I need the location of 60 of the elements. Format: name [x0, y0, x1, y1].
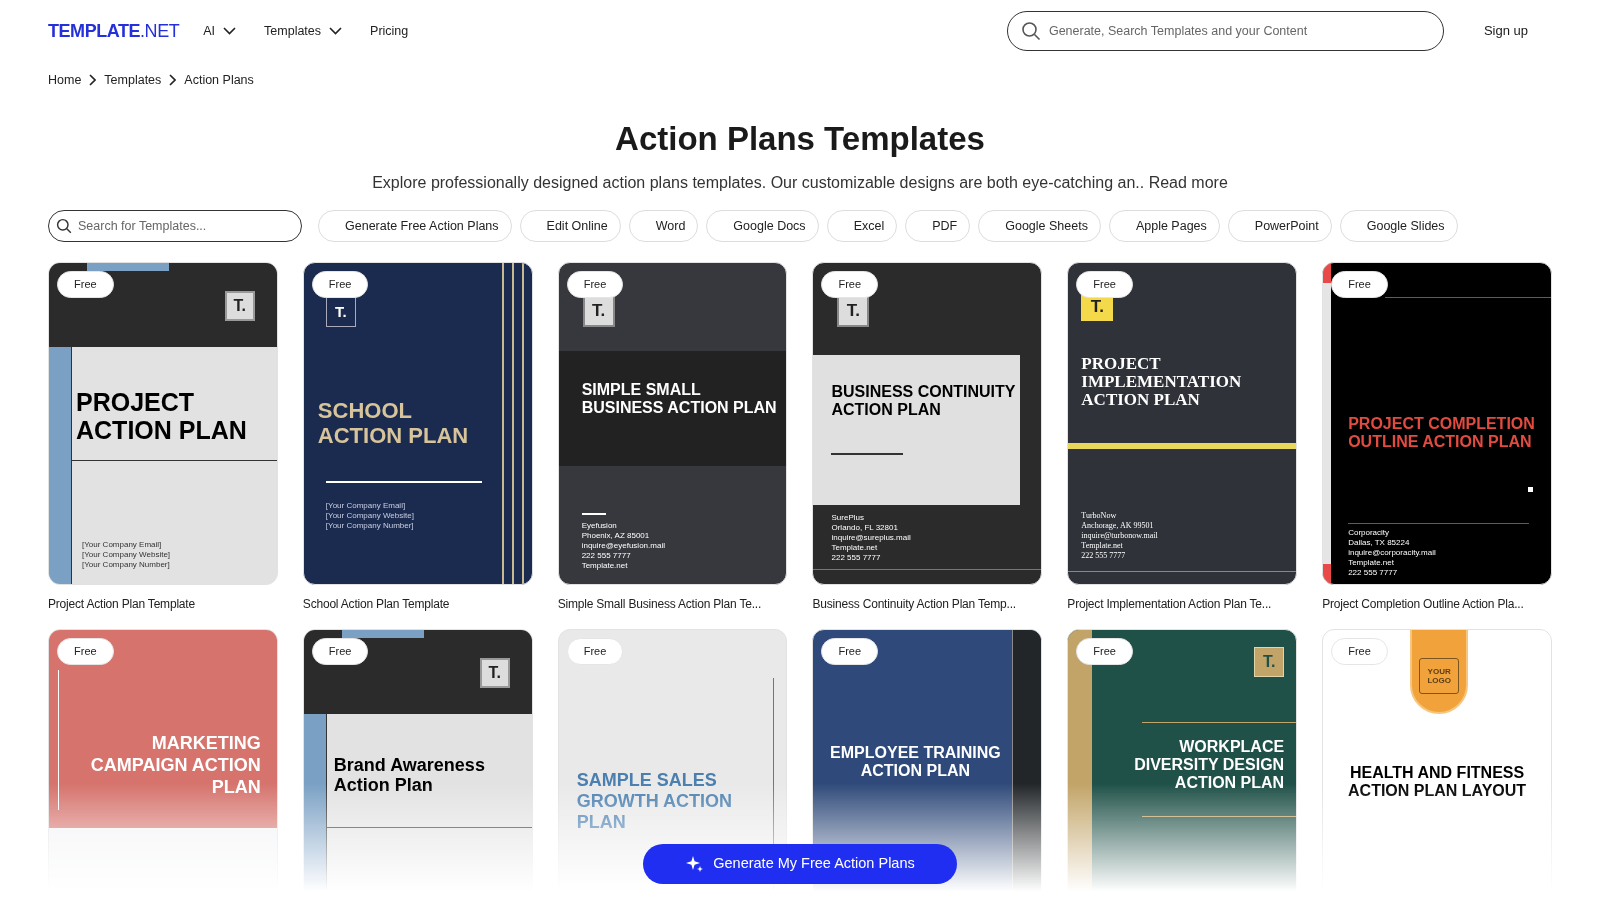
contact-info: SurePlus Orlando, FL 32801 inquire@sureplus.mail Template.net 222 555 7777	[831, 513, 911, 563]
free-badge: Free	[566, 638, 624, 665]
chevron-right-icon	[89, 74, 97, 86]
free-badge: Free	[1331, 638, 1388, 665]
chevron-right-icon	[169, 74, 177, 86]
template-logo: YOUR LOGO	[1419, 658, 1460, 694]
template-title-link[interactable]: Project Implementation Action Plan Te...	[1067, 595, 1298, 613]
free-badge: Free	[57, 271, 114, 298]
nav-menu-item[interactable]: AI	[203, 21, 237, 41]
contact-info: [Your Company Email] [Your Company Website] [Your Company Number]	[82, 540, 171, 570]
cover-title: SIMPLE SMALL BUSINESS ACTION PLAN	[581, 381, 778, 417]
breadcrumb-link[interactable]: Templates	[104, 70, 162, 90]
breadcrumb-link[interactable]: Home	[48, 70, 82, 90]
template-title-link[interactable]: Simple Small Business Action Plan Te...	[557, 595, 788, 613]
free-badge: Free	[821, 638, 879, 665]
free-badge: Free	[1076, 271, 1133, 298]
free-badge: Free	[57, 638, 114, 665]
contact-info: [Your Company Email] [Your Company Website] [Your Company Number]	[325, 501, 414, 531]
cover-title: PROJECT COMPLETION OUTLINE ACTION PLAN	[1348, 415, 1536, 451]
page-heading: Action Plans Templates	[614, 119, 986, 159]
free-badge: Free	[311, 271, 369, 298]
search-field[interactable]: Generate, Search Templates and your Content	[1006, 11, 1444, 51]
cover-title: HEALTH AND FITNESS ACTION PLAN LAYOUT	[1347, 764, 1528, 800]
free-badge: Free	[566, 271, 624, 298]
cover-title: WORKPLACE DIVERSITY DESIGN ACTION PLAN	[1133, 738, 1285, 792]
breadcrumb-link[interactable]: Action Plans	[184, 70, 254, 90]
cover-title: Brand Awareness Action Plan	[333, 755, 486, 795]
template-title-link[interactable]: Business Continuity Action Plan Temp...	[812, 595, 1043, 613]
cover-accent	[1323, 263, 1332, 283]
nav-menu-item[interactable]: Templates	[264, 21, 343, 41]
cover-title: PROJECT ACTION PLAN	[76, 388, 248, 444]
template-search-field[interactable]: Search for Templates...	[48, 210, 302, 242]
template-title-link[interactable]: Project Completion Outline Action Pla...	[1322, 595, 1552, 613]
cover-rule	[581, 513, 606, 515]
search-icon	[56, 218, 72, 234]
read-more-link[interactable]: Read more	[1148, 174, 1228, 191]
template-title-link[interactable]: School Action Plan Template	[302, 595, 533, 613]
template-logo: T.	[1254, 647, 1285, 677]
cover-title: SAMPLE SALES GROWTH ACTION PLAN	[576, 770, 733, 833]
cover-title: BUSINESS CONTINUITY ACTION PLAN	[831, 383, 1017, 419]
search-icon	[1020, 21, 1041, 41]
free-badge: Free	[1076, 638, 1133, 665]
cover-title: PROJECT IMPLEMENTATION ACTION PLAN	[1081, 355, 1243, 409]
contact-info: TurboNow Anchorage, AK 99501 inquire@turbonow.mail Template.net 222 555 7777	[1081, 511, 1158, 561]
template-logo: T.	[224, 291, 255, 321]
nav-menu-item[interactable]: Pricing	[370, 21, 409, 41]
intro-text: Explore professionally designed action plans templates. Our customizable designs are both eye-catching an.. Read more	[371, 173, 1229, 193]
site-logo[interactable]: TEMPLATE.NET	[48, 17, 180, 45]
template-title-link[interactable]: Project Action Plan Template	[48, 595, 278, 613]
cover-title: SCHOOL ACTION PLAN	[317, 398, 470, 448]
generate-button[interactable]: Generate My Free Action Plans	[643, 844, 957, 884]
cover-accent	[1323, 564, 1332, 584]
cover-title: EMPLOYEE TRAINING ACTION PLAN	[829, 744, 1002, 780]
free-badge: Free	[1331, 271, 1388, 298]
cover-title: MARKETING CAMPAIGN ACTION PLAN	[89, 732, 261, 798]
free-badge: Free	[821, 271, 879, 298]
contact-info: Corporacity Dallas, TX 85224 inquire@corporacity.mail Template.net 222 555 7777	[1348, 528, 1436, 578]
template-logo: T.	[479, 658, 510, 688]
contact-info: Eyefusion Phoenix, AZ 85001 inquire@eyefusion.mail 222 555 7777 Template.net	[581, 521, 665, 571]
sign-up-link[interactable]: Sign up	[1483, 21, 1528, 41]
